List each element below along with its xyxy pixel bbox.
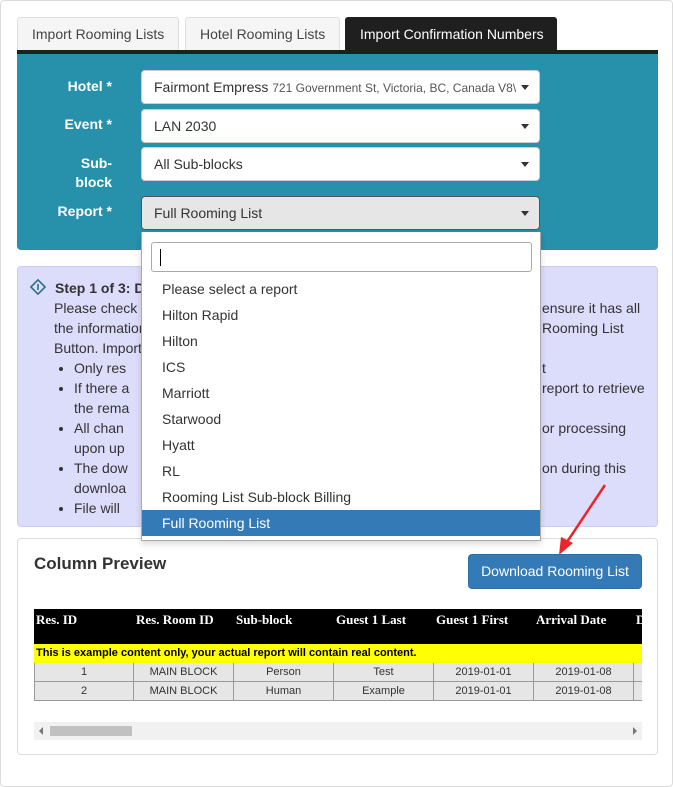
text-cursor xyxy=(160,249,161,266)
tab-hotel-rooming-lists[interactable]: Hotel Rooming Lists xyxy=(185,17,340,51)
report-option[interactable]: Hyatt xyxy=(142,432,540,458)
hotel-address: 721 Government St, Victoria, BC, Canada … xyxy=(272,81,517,95)
table-cell: 2019-01-01 xyxy=(434,682,534,701)
table-cell: Person xyxy=(234,663,334,682)
report-option[interactable]: Please select a report xyxy=(142,276,540,302)
column-header: Res. Room ID xyxy=(136,612,214,627)
table-row: 1 MAIN BLOCK Person Test 2019-01-01 2019… xyxy=(34,663,642,682)
subblock-select[interactable]: All Sub-blocks xyxy=(141,147,540,181)
tab-import-confirmation-numbers[interactable]: Import Confirmation Numbers xyxy=(345,17,557,51)
table-cell: 2019-01-01 xyxy=(434,663,534,682)
table-cell xyxy=(634,682,642,701)
report-label: Report * xyxy=(57,203,112,219)
hotel-select[interactable]: Fairmont Empress 721 Government St, Vict… xyxy=(141,70,540,104)
report-option[interactable]: Hilton Rapid xyxy=(142,302,540,328)
tab-import-rooming-lists[interactable]: Import Rooming Lists xyxy=(17,17,179,51)
subblock-label-line2: block xyxy=(75,174,112,190)
report-option[interactable]: Rooming List Sub-block Billing xyxy=(142,484,540,510)
event-label: Event * xyxy=(64,116,112,132)
bullet1-end: t xyxy=(542,360,546,376)
report-value: Full Rooming List xyxy=(154,205,263,221)
red-arrow-icon xyxy=(559,484,607,555)
report-dropdown-menu: Please select a report Hilton Rapid Hilt… xyxy=(141,232,541,541)
report-select[interactable]: Full Rooming List xyxy=(141,196,540,230)
column-header: Guest 1 First xyxy=(436,612,509,627)
bullet2-end: report to retrieve xyxy=(542,380,645,396)
scroll-left-icon[interactable] xyxy=(39,727,43,735)
column-preview-title: Column Preview xyxy=(34,554,167,573)
scrollbar-thumb[interactable] xyxy=(50,726,132,736)
column-header: Arrival Date xyxy=(536,612,607,627)
step-heading: Step 1 of 3: D xyxy=(55,280,145,296)
chevron-down-icon xyxy=(521,211,529,216)
table-header: Res. ID Res. Room ID Sub-block Guest 1 L… xyxy=(34,609,642,644)
report-option-selected[interactable]: Full Rooming List xyxy=(142,510,540,536)
instructions-line2-end: Rooming List xyxy=(542,320,624,336)
chevron-down-icon xyxy=(521,124,529,129)
column-header: D xyxy=(636,612,642,627)
table-cell: Human xyxy=(234,682,334,701)
column-header: Guest 1 Last xyxy=(336,612,407,627)
table-cell: Example xyxy=(334,682,434,701)
hotel-label: Hotel * xyxy=(67,78,112,94)
table-cell xyxy=(634,663,642,682)
column-header: Res. ID xyxy=(36,612,78,627)
table-row: 2 MAIN BLOCK Human Example 2019-01-01 20… xyxy=(34,682,642,701)
horizontal-scrollbar[interactable] xyxy=(34,722,642,740)
event-value: LAN 2030 xyxy=(154,118,217,134)
subblock-value: All Sub-blocks xyxy=(154,156,243,172)
instructions-line2: the information xyxy=(54,320,147,336)
subblock-label-line1: Sub- xyxy=(80,155,112,171)
example-content-note: This is example content only, your actua… xyxy=(34,644,642,663)
preview-table: Res. ID Res. Room ID Sub-block Guest 1 L… xyxy=(34,609,642,706)
subblock-label: Sub- block xyxy=(17,154,112,192)
report-search-input[interactable] xyxy=(151,242,532,272)
chevron-down-icon xyxy=(521,85,529,90)
table-cell: 2019-01-08 xyxy=(534,682,634,701)
report-option[interactable]: ICS xyxy=(142,354,540,380)
hotel-value: Fairmont Empress xyxy=(154,79,269,95)
report-form-panel: Hotel * Fairmont Empress 721 Government … xyxy=(17,54,658,250)
table-cell: Test xyxy=(334,663,434,682)
info-diamond-icon xyxy=(30,279,46,295)
bullet3-end: or processing xyxy=(542,420,627,436)
instructions-line3: Button. Import xyxy=(54,340,142,356)
event-select[interactable]: LAN 2030 xyxy=(141,109,540,143)
column-header: Sub-block xyxy=(236,612,293,627)
report-option[interactable]: Starwood xyxy=(142,406,540,432)
scroll-right-icon[interactable] xyxy=(633,727,637,735)
table-cell: 1 xyxy=(34,663,134,682)
instructions-line1: Please check t xyxy=(54,300,146,316)
table-cell: 2019-01-08 xyxy=(534,663,634,682)
instructions-line1-end: ensure it has all xyxy=(542,300,641,316)
table-cell: MAIN BLOCK xyxy=(134,663,234,682)
chevron-down-icon xyxy=(521,162,529,167)
page-frame: Import Rooming Lists Hotel Rooming Lists… xyxy=(0,0,673,787)
table-cell: 2 xyxy=(34,682,134,701)
column-preview-panel: Column Preview Download Rooming List Res… xyxy=(17,538,658,755)
bullet4-end: on during this xyxy=(542,460,627,476)
report-option[interactable]: Hilton xyxy=(142,328,540,354)
table-cell: MAIN BLOCK xyxy=(134,682,234,701)
report-option[interactable]: RL xyxy=(142,458,540,484)
report-option[interactable]: Marriott xyxy=(142,380,540,406)
download-rooming-list-button[interactable]: Download Rooming List xyxy=(468,554,642,589)
